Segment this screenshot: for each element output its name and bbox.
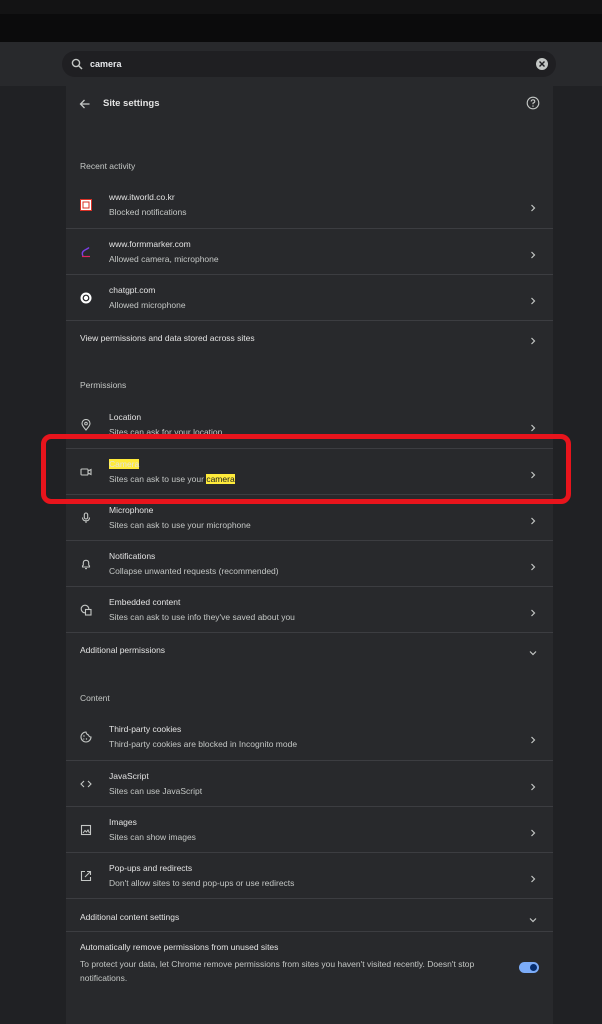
chevron-down-icon <box>528 912 538 923</box>
content-heading: Content <box>80 693 110 703</box>
permission-label: Location <box>109 412 142 422</box>
additional-content-settings-label: Additional content settings <box>80 912 180 922</box>
location-icon <box>79 418 93 432</box>
camera-annotation-highlight <box>41 434 571 504</box>
chevron-right-icon <box>528 513 538 525</box>
itworld-favicon <box>79 198 93 212</box>
bell-icon <box>79 557 93 571</box>
window-top-strip <box>0 0 602 14</box>
chevron-right-icon <box>528 200 538 212</box>
content-desc: Don't allow sites to send pop-ups or use… <box>109 878 295 888</box>
chevron-right-icon <box>528 293 538 305</box>
additional-content-settings-expander[interactable]: Additional content settings <box>66 898 553 923</box>
recent-site-row[interactable]: www.formmarker.com Allowed camera, micro… <box>66 228 553 274</box>
site-name: www.formmarker.com <box>109 239 191 249</box>
content-label: Images <box>109 817 137 827</box>
content-images[interactable]: Images Sites can show images <box>66 806 553 852</box>
code-icon <box>79 777 93 791</box>
permission-notifications[interactable]: Notifications Collapse unwanted requests… <box>66 540 553 586</box>
cookie-icon <box>79 730 93 744</box>
chevron-right-icon <box>528 247 538 259</box>
chevron-right-icon <box>528 333 538 345</box>
content-javascript[interactable]: JavaScript Sites can use JavaScript <box>66 760 553 806</box>
permissions-heading: Permissions <box>80 380 127 390</box>
chevron-right-icon <box>528 871 538 883</box>
content-label: Third-party cookies <box>109 724 182 734</box>
content-label: JavaScript <box>109 771 149 781</box>
auto-remove-toggle[interactable] <box>519 962 539 973</box>
popup-icon <box>79 869 93 883</box>
permission-label: Embedded content <box>109 597 181 607</box>
site-name: www.itworld.co.kr <box>109 192 175 202</box>
permission-label: Microphone <box>109 505 154 515</box>
site-status: Allowed camera, microphone <box>109 254 219 264</box>
permission-label: Notifications <box>109 551 156 561</box>
page-header: Site settings <box>66 86 553 124</box>
page-title: Site settings <box>103 98 160 109</box>
site-status: Blocked notifications <box>109 207 187 217</box>
chevron-down-icon <box>528 645 538 656</box>
content-label: Pop-ups and redirects <box>109 863 193 873</box>
embedded-content-icon <box>79 603 93 617</box>
permission-embedded-content[interactable]: Embedded content Sites can ask to use in… <box>66 586 553 632</box>
site-status: Allowed microphone <box>109 300 186 310</box>
content-desc: Sites can show images <box>109 832 196 842</box>
auto-remove-title: Automatically remove permissions from un… <box>80 942 279 952</box>
content-desc: Third-party cookies are blocked in Incog… <box>109 739 298 749</box>
content-popups-redirects[interactable]: Pop-ups and redirects Don't allow sites … <box>66 852 553 898</box>
recent-site-row[interactable]: www.itworld.co.kr Blocked notifications <box>66 182 553 228</box>
recent-activity-heading: Recent activity <box>80 161 136 171</box>
content-desc: Sites can use JavaScript <box>109 786 203 796</box>
toggle-knob <box>530 964 537 971</box>
recent-site-row[interactable]: chatgpt.com Allowed microphone <box>66 274 553 320</box>
search-icon <box>70 57 84 71</box>
site-settings-panel: Site settings Recent activity www.itworl… <box>66 86 553 1024</box>
tab-strip <box>0 14 602 42</box>
formmarker-favicon <box>79 245 93 259</box>
auto-remove-permissions-row: Automatically remove permissions from un… <box>66 931 553 993</box>
view-permissions-link[interactable]: View permissions and data stored across … <box>66 320 553 354</box>
auto-remove-desc: To protect your data, let Chrome remove … <box>80 959 475 983</box>
chevron-right-icon <box>528 420 538 432</box>
view-permissions-label: View permissions and data stored across … <box>80 333 255 343</box>
additional-permissions-label: Additional permissions <box>80 645 166 655</box>
content-third-party-cookies[interactable]: Third-party cookies Third-party cookies … <box>66 714 553 760</box>
back-arrow-icon[interactable] <box>78 97 92 111</box>
permission-desc: Sites can ask to use your microphone <box>109 520 251 530</box>
clear-search-icon[interactable] <box>536 58 548 70</box>
search-input[interactable] <box>90 54 536 74</box>
image-icon <box>79 823 93 837</box>
additional-permissions-expander[interactable]: Additional permissions <box>66 632 553 666</box>
site-name: chatgpt.com <box>109 285 156 295</box>
microphone-icon <box>79 511 93 525</box>
permission-desc: Collapse unwanted requests (recommended) <box>109 566 279 576</box>
chevron-right-icon <box>528 779 538 791</box>
chevron-right-icon <box>528 605 538 617</box>
chevron-right-icon <box>528 559 538 571</box>
chevron-right-icon <box>528 732 538 744</box>
chatgpt-favicon <box>79 291 93 305</box>
permission-desc: Sites can ask to use info they've saved … <box>109 612 295 622</box>
search-bar[interactable] <box>62 51 556 77</box>
help-icon[interactable] <box>526 96 540 110</box>
chevron-right-icon <box>528 825 538 837</box>
